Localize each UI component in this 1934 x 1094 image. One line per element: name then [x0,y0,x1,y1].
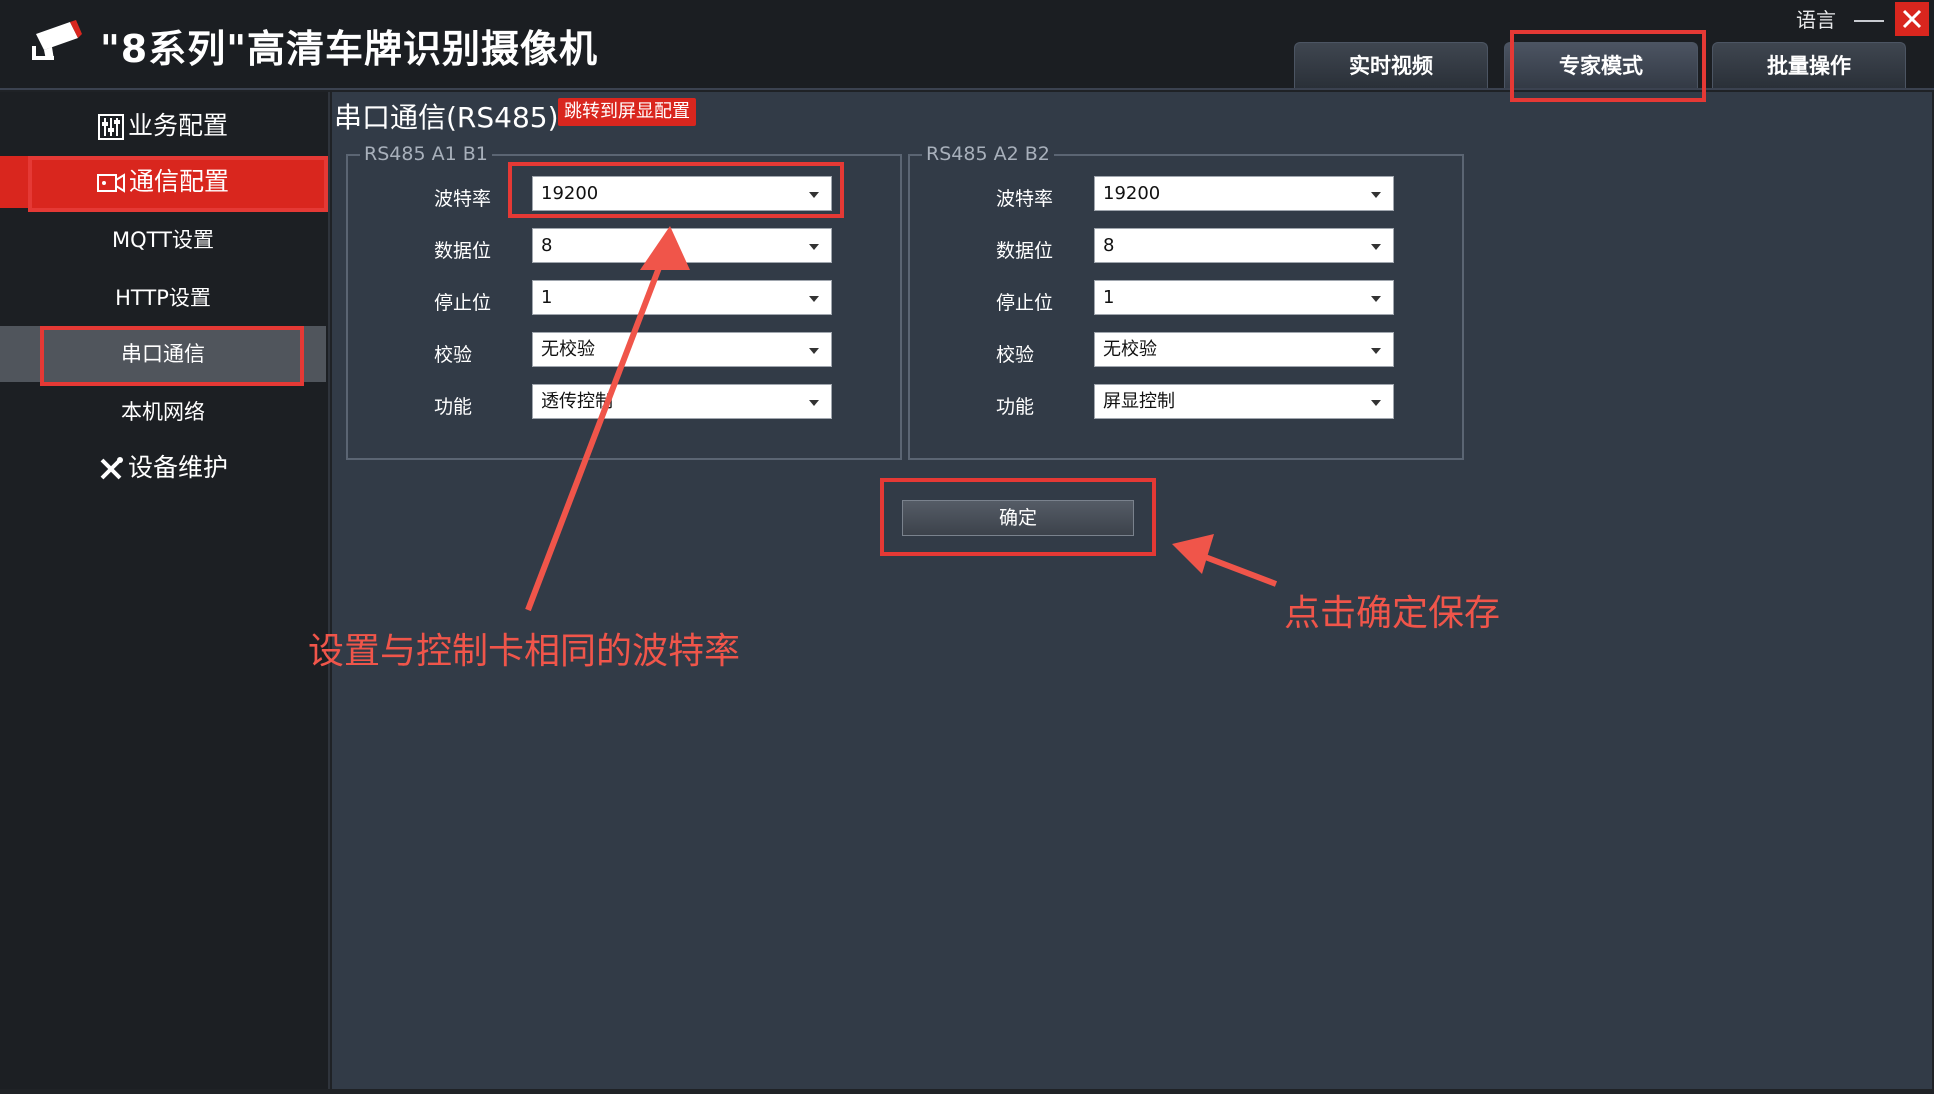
annotation-save-note: 点击确定保存 [1284,593,1501,634]
arrow-head-icon [1172,534,1214,574]
arrow-line [525,250,668,612]
annotation-baud-note: 设置与控制卡相同的波特率 [308,631,741,672]
arrow-line [1198,552,1278,587]
arrow-head-icon [640,226,690,270]
annotation-arrows [525,226,1278,612]
